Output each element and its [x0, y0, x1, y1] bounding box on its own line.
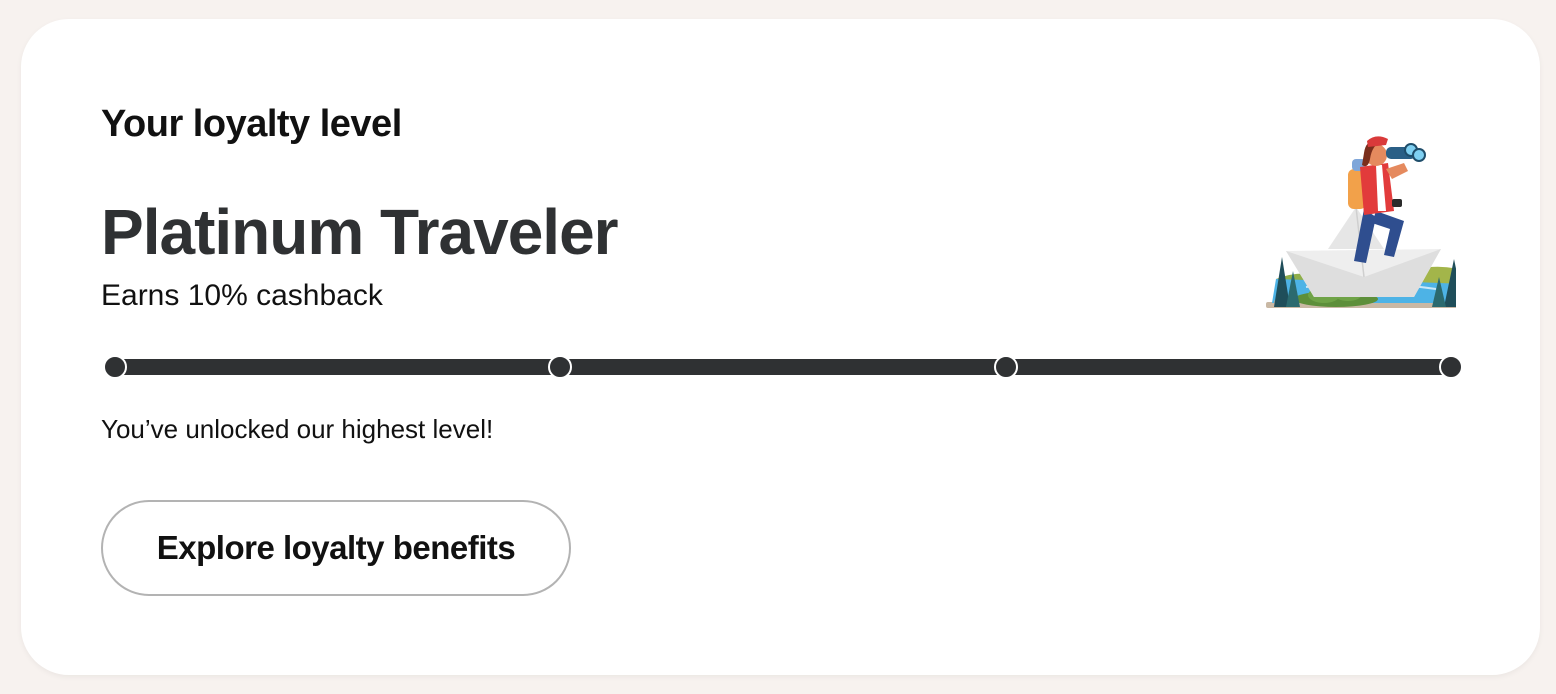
traveler-with-binoculars-on-paper-boat-icon: [1236, 119, 1471, 309]
loyalty-card: Your loyalty level Platinum Traveler Ear…: [21, 19, 1540, 675]
tier-name: Platinum Traveler: [101, 196, 619, 268]
loyalty-progress-bar: [101, 353, 1463, 381]
status-message: You’ve unlocked our highest level!: [101, 414, 494, 444]
progress-milestone-4: [1439, 355, 1463, 379]
progress-milestone-2: [548, 355, 573, 379]
loyalty-heading: Your loyalty level: [101, 103, 402, 145]
progress-milestone-1: [103, 355, 127, 379]
progress-track: [113, 359, 1449, 375]
tier-perk: Earns 10% cashback: [101, 279, 383, 312]
progress-fill: [113, 359, 1449, 375]
progress-milestone-3: [993, 355, 1018, 379]
explore-loyalty-benefits-button[interactable]: Explore loyalty benefits: [101, 500, 571, 596]
